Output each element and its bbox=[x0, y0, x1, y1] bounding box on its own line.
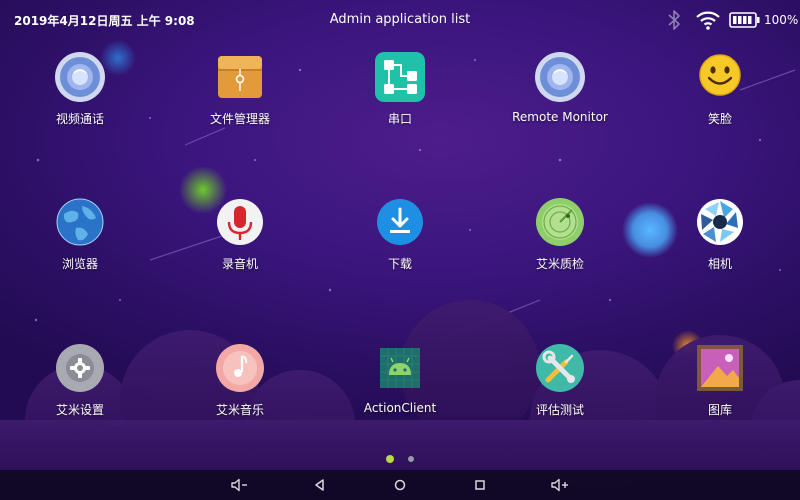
app-label: 评估测试 bbox=[535, 403, 584, 417]
app-label: 浏览器 bbox=[61, 257, 98, 271]
volume-down-button[interactable] bbox=[222, 473, 258, 497]
recents-square-icon bbox=[475, 480, 485, 490]
page-dot-active[interactable] bbox=[386, 455, 394, 463]
app-label: 相机 bbox=[707, 257, 732, 271]
back-triangle-icon bbox=[315, 479, 324, 491]
gallery-picture-icon bbox=[694, 342, 746, 394]
app-label: 录音机 bbox=[221, 257, 258, 271]
navigation-bar bbox=[0, 470, 800, 500]
app-label: 文件管理器 bbox=[209, 112, 270, 126]
volume-up-icon bbox=[551, 478, 568, 492]
home-circle-icon bbox=[394, 479, 406, 491]
app-label: 图库 bbox=[707, 403, 732, 417]
music-note-icon bbox=[214, 342, 266, 394]
video-call-icon bbox=[54, 51, 106, 103]
bluetooth-icon bbox=[664, 9, 684, 35]
quality-check-radar-icon bbox=[534, 196, 586, 248]
download-icon bbox=[374, 196, 426, 248]
app-label: 笑脸 bbox=[707, 112, 732, 126]
recorder-microphone-icon bbox=[214, 196, 266, 248]
browser-globe-icon bbox=[54, 196, 106, 248]
volume-up-button[interactable] bbox=[542, 473, 578, 497]
serial-port-icon bbox=[374, 51, 426, 103]
app-label: 艾米设置 bbox=[55, 403, 104, 417]
back-button[interactable] bbox=[302, 473, 338, 497]
home-button[interactable] bbox=[382, 473, 418, 497]
status-bar: 2019年4月12日周五 上午 9:08 Admin application l… bbox=[0, 0, 800, 40]
file-manager-icon bbox=[214, 51, 266, 103]
volume-down-icon bbox=[231, 478, 247, 492]
app-label: 串口 bbox=[387, 112, 412, 126]
settings-gear-icon bbox=[54, 342, 106, 394]
app-label: ActionClient bbox=[363, 401, 437, 415]
app-label: 视频通话 bbox=[55, 112, 104, 126]
app-label: 艾米音乐 bbox=[215, 403, 264, 417]
smiley-face-icon bbox=[694, 51, 746, 103]
tools-wrench-screwdriver-icon bbox=[534, 342, 586, 394]
app-label: 艾米质检 bbox=[535, 257, 584, 271]
page-indicator bbox=[384, 455, 418, 465]
wifi-icon bbox=[695, 9, 721, 35]
recents-button[interactable] bbox=[462, 473, 498, 497]
app-label: Remote Monitor bbox=[512, 110, 608, 124]
camera-aperture-icon bbox=[694, 196, 746, 248]
battery-percentage: 100% bbox=[764, 13, 799, 27]
android-robot-icon bbox=[374, 342, 426, 394]
page-dot[interactable] bbox=[408, 456, 414, 462]
app-label: 下载 bbox=[387, 257, 412, 271]
battery-icon bbox=[729, 11, 761, 33]
remote-monitor-icon bbox=[534, 51, 586, 103]
